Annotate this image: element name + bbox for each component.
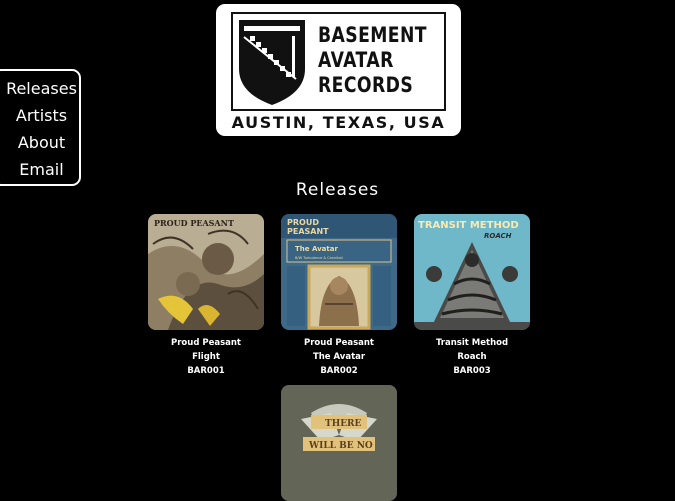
release-card[interactable]: TRANSIT METHOD ROACH Transit Method Roac… (414, 214, 530, 378)
release-artist[interactable]: Transit Method (414, 336, 530, 350)
release-catalog: BAR002 (320, 366, 358, 376)
release-card[interactable]: PROUD PEASANT The Avatar B/W Turbulence … (281, 214, 397, 378)
cover-band-text: PEASANT (287, 227, 329, 236)
release-title[interactable]: The Avatar (281, 350, 397, 364)
logo-line-avatar: AVATAR (318, 48, 394, 72)
release-catalog: BAR001 (187, 366, 225, 376)
logo-frame: BASEMENT AVATAR RECORDS (231, 12, 446, 111)
release-card[interactable]: THERE WILL BE NO (281, 385, 397, 501)
album-cover-flight[interactable]: PROUD PEASANT (148, 214, 264, 330)
staircase-shield-icon (239, 20, 305, 105)
nav-about[interactable]: About (2, 133, 81, 153)
logo-location: AUSTIN, TEXAS, USA (231, 113, 446, 132)
section-title: Releases (295, 180, 380, 200)
release-title[interactable]: Flight (148, 350, 264, 364)
side-nav: Releases Artists About Email (0, 69, 81, 186)
logo-line-records: RECORDS (318, 73, 414, 97)
logo-wordmark: BASEMENT AVATAR RECORDS (318, 23, 427, 98)
cover-subtitle-text: B/W Turbulence & Cannibal (295, 256, 343, 260)
nav-artists[interactable]: Artists (2, 106, 81, 126)
cover-band-text: PROUD (287, 218, 319, 227)
cover-band-text: PROUD PEASANT (154, 218, 234, 228)
album-cover-roach[interactable]: TRANSIT METHOD ROACH (414, 214, 530, 330)
cover-title-text: ROACH (484, 232, 512, 240)
label-logo[interactable]: BASEMENT AVATAR RECORDS AUSTIN, TEXAS, U… (216, 4, 461, 136)
nav-email[interactable]: Email (2, 160, 81, 180)
release-card[interactable]: PROUD PEASANT Proud Peasant Flight BAR00… (148, 214, 264, 378)
release-caption: Proud Peasant The Avatar BAR002 (281, 336, 397, 378)
cover-title-text: THERE (325, 419, 362, 429)
release-title[interactable]: Roach (414, 350, 530, 364)
album-cover-the-avatar[interactable]: PROUD PEASANT The Avatar B/W Turbulence … (281, 214, 397, 330)
cover-title-text: The Avatar (295, 245, 338, 253)
release-artist[interactable]: Proud Peasant (281, 336, 397, 350)
release-artist[interactable]: Proud Peasant (148, 336, 264, 350)
release-catalog: BAR003 (453, 366, 491, 376)
nav-releases[interactable]: Releases (2, 79, 81, 99)
release-caption: Proud Peasant Flight BAR001 (148, 336, 264, 378)
release-caption: Transit Method Roach BAR003 (414, 336, 530, 378)
album-cover-there-will-be-no[interactable]: THERE WILL BE NO (281, 385, 397, 501)
logo-line-basement: BASEMENT (318, 23, 427, 47)
cover-band-text: TRANSIT METHOD (418, 220, 519, 231)
